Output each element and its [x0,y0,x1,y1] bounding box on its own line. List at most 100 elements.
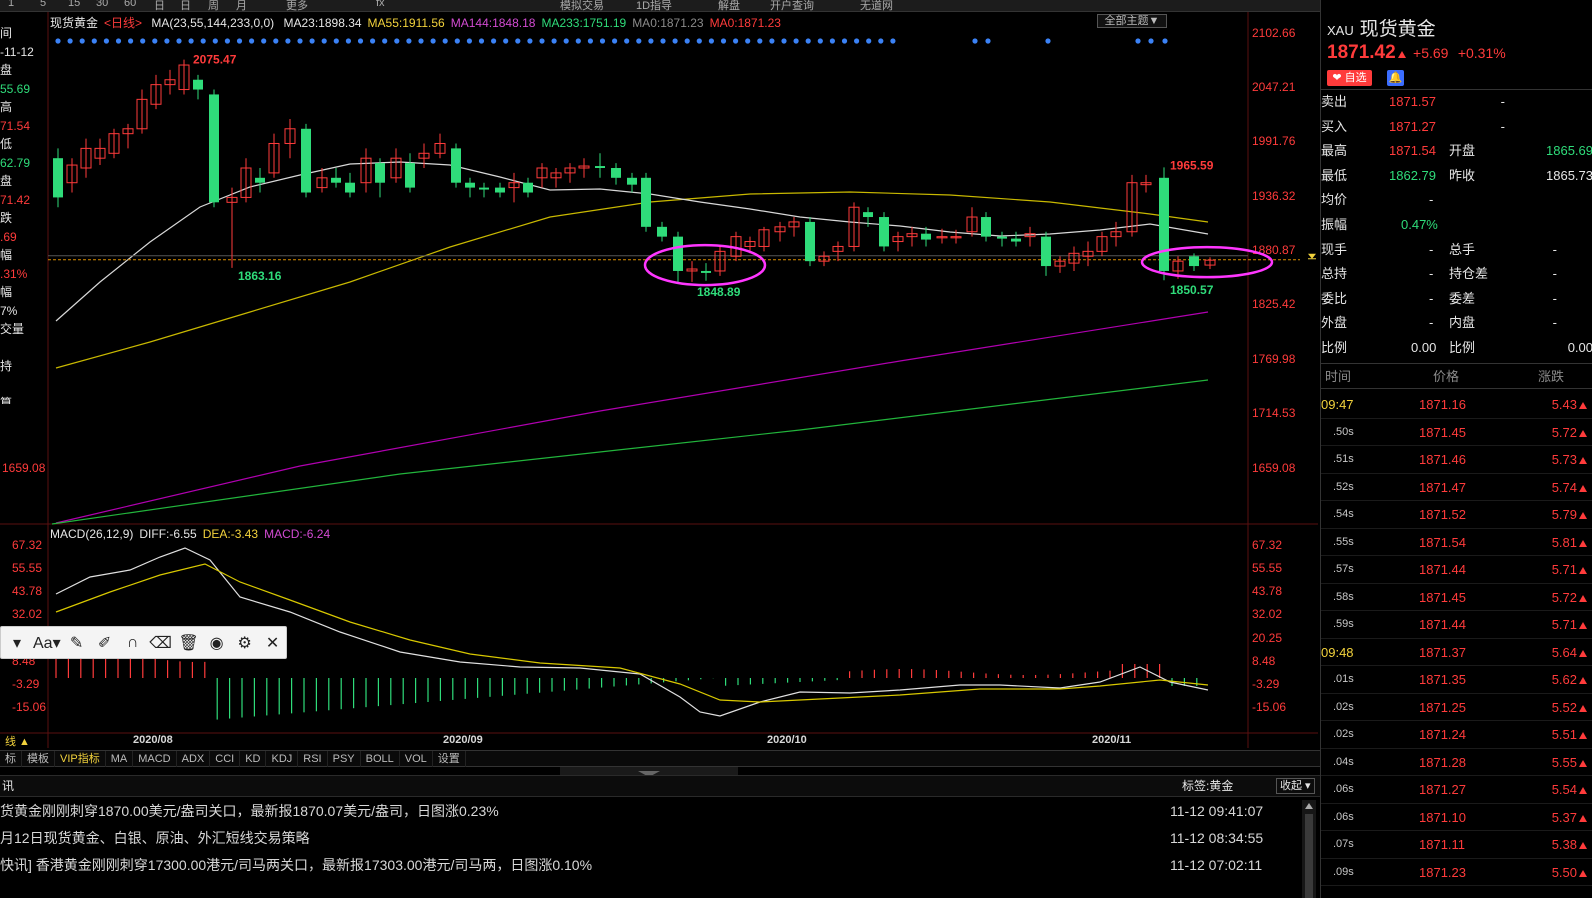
signal-dot [333,38,339,44]
collapse-button[interactable]: 收起 ▾ [1276,778,1315,794]
toolbar-item-15[interactable]: 无道网 [860,0,893,11]
eraser-icon[interactable]: ⌫ [149,633,173,653]
price-line: 1871.42 +5.69 +0.31% [1327,42,1506,64]
news-scrollbar[interactable] [1302,800,1316,898]
toolbar-item-8[interactable]: 月 [236,0,247,11]
macd-left-label: 55.55 [12,561,42,575]
news-item[interactable]: 月12日现货黄金、白银、原油、外汇短线交易策略 11-12 08:34:55 [0,825,1300,852]
toolbar-item-11[interactable]: 模拟交易 [560,0,604,11]
left-info-item: 低 [0,137,13,151]
tick-change: 5.51 [1552,721,1587,749]
indicator-tab-1[interactable]: 模板 [22,751,55,767]
tick-change: 5.74 [1552,474,1587,502]
left-info-item: 算 [0,396,13,404]
magnet-icon[interactable]: ∩ [121,634,145,652]
indicator-tab-0[interactable]: 标 [0,751,22,767]
indicator-tab-11[interactable]: BOLL [361,751,400,767]
signal-dot [539,38,545,44]
tick-price: 1871.10 [1419,809,1466,825]
news-list: 货黄金刚刚刺穿1870.00美元/盎司关口，最新报1870.07美元/盎司，日图… [0,797,1320,898]
signal-dot [212,38,218,44]
tick-price: 1871.44 [1419,617,1466,632]
indicator-tab-7[interactable]: KD [240,751,267,767]
trash-icon[interactable]: 🗑 [177,633,201,653]
tick-time: .02s [1333,728,1354,740]
ma-value-1: MA55:1911.56 [367,16,445,30]
toolbar-item-1[interactable]: 5 [40,0,46,9]
toolbar-item-13[interactable]: 解盘 [718,0,740,11]
brush-icon[interactable]: ✐ [93,633,117,653]
news-title[interactable]: 货黄金刚刚刺穿1870.00美元/盎司关口，最新报1870.07美元/盎司，日图… [0,803,499,819]
theme-dropdown-button[interactable]: 全部主题▼ [1097,14,1167,28]
pencil-icon[interactable]: ✎ [65,633,89,653]
dropdown-caret-icon[interactable]: ▾ [5,633,29,653]
tick-time: .06s [1333,783,1354,795]
signal-dot [972,38,978,44]
eye-icon[interactable]: ◉ [205,633,229,653]
toolbar-item-5[interactable]: 日 [154,0,165,11]
price-axis-label: 1769.98 [1252,352,1296,366]
candle-body [375,163,385,183]
indicator-tab-9[interactable]: RSI [298,751,328,767]
bell-icon[interactable]: 🔔 [1387,70,1404,86]
indicator-tab-2[interactable]: VIP指标 [55,751,106,767]
indicator-tab-4[interactable]: MACD [133,751,177,767]
toolbar-item-3[interactable]: 30 [96,0,108,9]
font-size-button[interactable]: Aa▾ [33,633,61,653]
up-arrow-icon [1579,457,1587,464]
gear-icon[interactable]: ⚙ [233,633,257,653]
toolbar-item-0[interactable]: 1 [8,0,14,9]
indicator-corner-label[interactable]: 线 ▲ [0,734,35,750]
price-axis-label: 2102.66 [1252,26,1296,40]
close-icon[interactable]: ✕ [261,633,285,653]
left-info-item: 71.42 [0,192,31,207]
date-label: 2020/11 [1092,734,1131,746]
candle-body [209,94,219,203]
quote-label: 比例 [1321,340,1348,355]
tick-list: 09:47 1871.16 5.43 .50s 1871.45 5.72 .51s 1871.… [1321,391,1592,898]
indicator-tab-8[interactable]: KDJ [266,751,299,767]
indicator-tab-3[interactable]: MA [106,751,134,767]
indicator-tab-10[interactable]: PSY [328,751,361,767]
news-item[interactable]: 货黄金刚刚刺穿1870.00美元/盎司关口，最新报1870.07美元/盎司，日图… [0,798,1300,825]
toolbar-item-2[interactable]: 15 [68,0,80,9]
toolbar-item-6[interactable]: 日 [180,0,191,11]
left-info-item: 幅 [0,248,13,262]
indicator-tab-13[interactable]: 设置 [433,751,466,767]
signal-dot [91,38,97,44]
news-item[interactable]: 快讯] 香港黄金刚刚刺穿17300.00港元/司马两关口，最新报17303.00… [0,852,1300,879]
indicator-tab-5[interactable]: ADX [177,751,211,767]
left-info-item [0,339,48,358]
signal-dot [696,38,702,44]
news-title[interactable]: 月12日现货黄金、白银、原油、外汇短线交易策略 [0,830,310,846]
news-time: 11-12 08:34:55 [1170,830,1264,846]
period-label[interactable]: <日线> [104,16,142,30]
signal-dot [1162,38,1168,44]
quote-label: 外盘 [1321,315,1348,331]
quote-value: - [1429,241,1434,257]
date-label: 2020/09 [443,734,483,746]
tick-change: 5.37 [1552,804,1587,832]
toolbar-item-7[interactable]: 周 [208,0,219,11]
tick-price: 1871.11 [1419,837,1466,852]
toolbar-item-4[interactable]: 60 [124,0,136,9]
news-time: 11-12 07:02:11 [1170,857,1263,873]
signal-dot [188,38,194,44]
signal-dot [418,38,424,44]
left-info-item: 盘 [0,174,13,188]
candle-body [465,182,475,188]
news-title[interactable]: 快讯] 香港黄金刚刚刺穿17300.00港元/司马两关口，最新报17303.00… [0,857,592,873]
ticks-header: 时间 价格 涨跌 [1321,363,1592,389]
indicator-tab-12[interactable]: VOL [400,751,433,767]
indicator-tab-6[interactable]: CCI [210,751,241,767]
toolbar-item-10[interactable]: fx [376,0,385,9]
signal-dot [817,38,823,44]
watchlist-button[interactable]: ❤ 自选 [1327,70,1372,86]
panel-splitter[interactable] [560,767,738,777]
ma233-line [51,379,1209,525]
left-info-item: 交量 [0,322,25,336]
toolbar-item-9[interactable]: 更多 [286,0,308,11]
toolbar-item-12[interactable]: 1D指导 [636,0,672,11]
toolbar-item-14[interactable]: 开户查询 [770,0,814,11]
macd-left-label: 67.32 [12,538,42,552]
